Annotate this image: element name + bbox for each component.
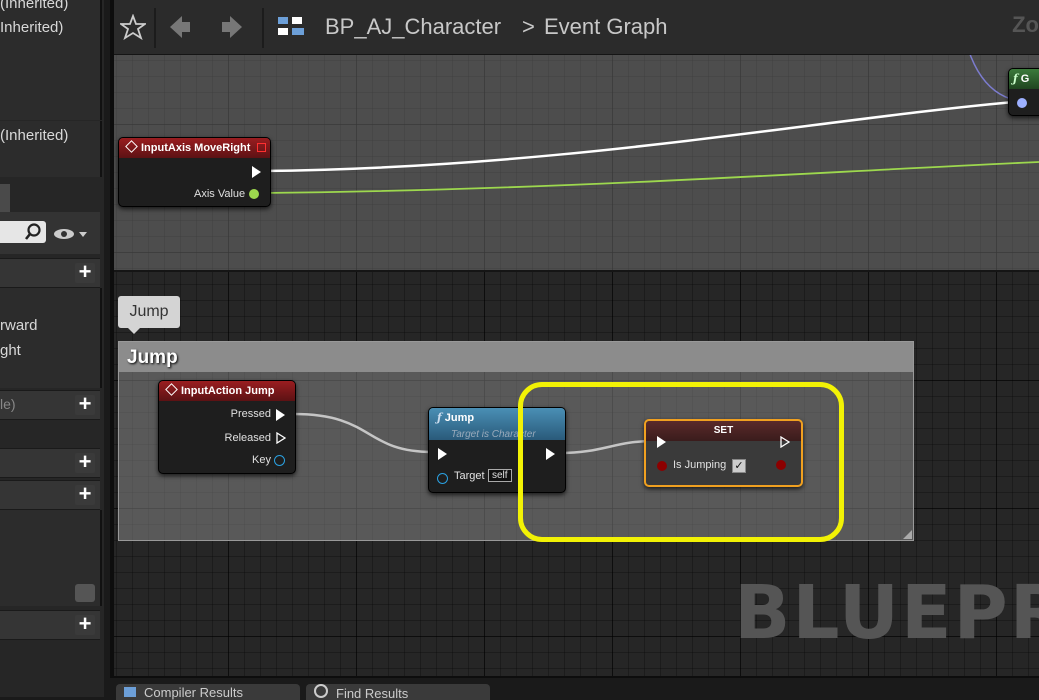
inherited-list-2: (Inherited) xyxy=(0,121,102,177)
inherited-item[interactable]: (Inherited) xyxy=(0,0,68,12)
my-blueprint-panel: (Inherited) Inherited) (Inherited) + rwa… xyxy=(0,0,104,697)
partial-function-node[interactable]: ƒ G xyxy=(1008,68,1039,116)
event-diamond-icon xyxy=(125,140,138,153)
input-action-jump-node[interactable]: InputAction Jump Pressed Released Key xyxy=(158,380,296,474)
find-icon xyxy=(314,684,328,698)
event-graph-canvas[interactable]: InputAxis MoveRight Axis Value ƒ G Jump … xyxy=(114,0,1039,676)
blueprint-watermark: BLUEPRIN xyxy=(734,570,1039,656)
graph-type-icon xyxy=(278,17,304,35)
scroll-handle[interactable] xyxy=(75,584,95,602)
add-dispatcher-button[interactable]: + xyxy=(75,483,95,505)
node-title: ƒ G xyxy=(1009,69,1039,89)
exec-in-pin[interactable] xyxy=(438,448,447,460)
exec-out-pin[interactable] xyxy=(252,166,261,178)
target-label: Target xyxy=(454,470,485,482)
node-title: InputAxis MoveRight xyxy=(119,138,270,158)
compiler-icon xyxy=(124,687,136,697)
axis-value-pin[interactable] xyxy=(249,189,259,199)
function-list: rward ght xyxy=(0,288,102,388)
target-pin[interactable] xyxy=(437,473,448,484)
forward-arrow-icon[interactable] xyxy=(220,14,244,40)
macros-header[interactable]: le) + xyxy=(0,390,100,420)
toolbar-separator xyxy=(154,8,156,48)
add-variable-button[interactable]: + xyxy=(75,451,95,473)
input-axis-moveright-node[interactable]: InputAxis MoveRight Axis Value xyxy=(118,137,271,207)
breadcrumb-graph[interactable]: Event Graph xyxy=(544,14,668,40)
add-local-variable-button[interactable]: + xyxy=(75,613,95,635)
panel-tab[interactable] xyxy=(0,184,10,212)
released-label: Released xyxy=(224,432,271,444)
search-input[interactable] xyxy=(0,221,46,243)
search-row xyxy=(0,212,100,254)
comment-title[interactable]: Jump xyxy=(119,342,913,372)
back-arrow-icon[interactable] xyxy=(168,14,192,40)
tab-find-results[interactable]: Find Results xyxy=(306,684,490,700)
tab-label: Find Results xyxy=(336,686,409,700)
node-title-text: InputAxis MoveRight xyxy=(141,142,251,154)
add-macro-button[interactable]: + xyxy=(75,393,95,415)
functions-header[interactable]: + xyxy=(0,258,100,288)
function-icon: ƒ xyxy=(1013,72,1018,85)
add-function-button[interactable]: + xyxy=(75,261,95,283)
pressed-exec-pin[interactable] xyxy=(276,409,285,421)
node-title: InputAction Jump xyxy=(159,381,295,401)
function-item-forward[interactable]: rward xyxy=(0,317,38,334)
inherited-item[interactable]: (Inherited) xyxy=(0,127,68,144)
search-icon[interactable] xyxy=(24,223,42,241)
macros-label: le) xyxy=(0,396,16,412)
input-pin[interactable] xyxy=(1017,98,1027,108)
axis-value-label: Axis Value xyxy=(194,188,246,200)
highlight-circle xyxy=(518,382,844,542)
inherited-item[interactable]: Inherited) xyxy=(0,19,63,36)
variables-header[interactable]: + xyxy=(0,448,100,478)
released-exec-pin[interactable] xyxy=(276,432,286,444)
key-pin[interactable] xyxy=(274,455,285,466)
variable-list xyxy=(0,510,102,606)
resize-handle[interactable] xyxy=(903,530,912,539)
toolbar-separator xyxy=(262,8,264,48)
key-label: Key xyxy=(252,454,271,466)
tab-label: Compiler Results xyxy=(144,685,243,700)
bottom-tab-bar: Compiler Results Find Results xyxy=(110,678,1039,700)
tab-compiler-results[interactable]: Compiler Results xyxy=(116,684,300,700)
comment-bubble[interactable]: Jump xyxy=(118,296,180,334)
graph-toolbar: BP_AJ_Character > Event Graph Zo xyxy=(114,0,1039,55)
event-diamond-icon xyxy=(165,383,178,396)
eye-icon[interactable] xyxy=(53,226,91,242)
event-dispatchers-header[interactable]: + xyxy=(0,480,100,510)
breadcrumb-blueprint[interactable]: BP_AJ_Character xyxy=(325,14,501,40)
favorite-star-icon[interactable] xyxy=(120,14,146,40)
function-icon: ƒ xyxy=(437,411,442,424)
breadcrumb-separator: > xyxy=(522,14,535,39)
self-value[interactable]: self xyxy=(488,469,512,482)
node-title-text: Jump xyxy=(444,412,475,424)
inherited-list: (Inherited) Inherited) xyxy=(0,0,102,120)
node-title-text: G xyxy=(1020,73,1030,85)
function-item-right[interactable]: ght xyxy=(0,342,21,359)
node-title-text: InputAction Jump xyxy=(181,385,275,397)
local-variables-header[interactable]: + xyxy=(0,610,100,640)
zoom-label: Zo xyxy=(1012,12,1039,37)
delegate-pin[interactable] xyxy=(257,143,266,152)
pressed-label: Pressed xyxy=(230,408,271,420)
